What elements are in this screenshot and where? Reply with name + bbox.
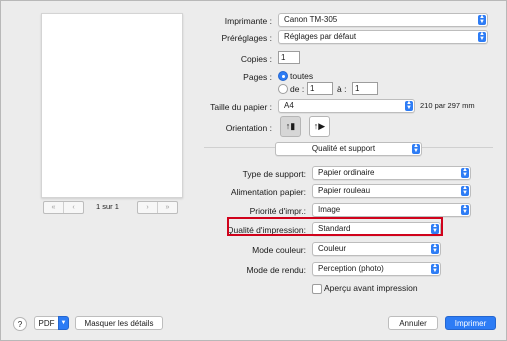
portrait-icon: ↑▮	[285, 121, 296, 131]
first-page-button[interactable]: «	[44, 202, 64, 213]
paper-source-select[interactable]: Papier rouleau ▲ ▼	[312, 184, 471, 198]
pager-left: « ‹	[43, 201, 84, 214]
hide-details-button[interactable]: Masquer les détails	[75, 316, 163, 330]
help-button[interactable]: ?	[13, 317, 27, 331]
paper-dimensions: 210 par 297 mm	[420, 101, 475, 110]
select-arrows-icon: ▲ ▼	[461, 167, 469, 178]
print-priority-value: Image	[318, 205, 341, 214]
page-preview	[41, 13, 183, 198]
media-type-label: Type de support:	[242, 169, 306, 179]
media-type-value: Papier ordinaire	[318, 168, 375, 177]
copies-label: Copies :	[240, 54, 272, 64]
presets-label: Préréglages :	[221, 33, 272, 43]
select-arrows-icon: ▲ ▼	[431, 243, 439, 254]
print-dialog: « ‹ 1 sur 1 › » Imprimante : Canon TM-30…	[0, 0, 507, 341]
printer-label: Imprimante :	[224, 16, 272, 26]
preview-checkbox[interactable]	[312, 284, 322, 294]
previous-page-button[interactable]: ‹	[64, 202, 83, 213]
section-value: Qualité et support	[311, 144, 376, 153]
color-mode-label: Mode couleur:	[252, 245, 306, 255]
printer-value: Canon TM-305	[284, 15, 338, 24]
landscape-icon: ↑▶	[313, 121, 326, 131]
select-arrows-icon: ▲ ▼	[405, 100, 413, 111]
pdf-menu-chevron-icon[interactable]: ▼	[58, 316, 69, 330]
page-indicator: 1 sur 1	[96, 202, 119, 211]
paper-source-label: Alimentation papier:	[230, 187, 306, 197]
printer-select[interactable]: Canon TM-305 ▲ ▼	[278, 13, 488, 27]
pages-range-radio[interactable]	[278, 84, 288, 94]
pages-to-input[interactable]: 1	[352, 82, 378, 95]
select-arrows-icon: ▲ ▼	[478, 14, 486, 25]
color-mode-select[interactable]: Couleur ▲ ▼	[312, 242, 441, 256]
pages-all-radio[interactable]	[278, 71, 288, 81]
presets-select[interactable]: Réglages par défaut ▲ ▼	[278, 30, 488, 44]
select-arrows-icon: ▲ ▼	[461, 185, 469, 196]
pages-from-label: de :	[290, 84, 305, 94]
next-page-button[interactable]: ›	[138, 202, 158, 213]
print-button[interactable]: Imprimer	[445, 316, 496, 330]
presets-value: Réglages par défaut	[284, 32, 357, 41]
pdf-button[interactable]: PDF	[34, 316, 59, 330]
copies-input[interactable]: 1	[278, 51, 300, 64]
preview-checkbox-label: Aperçu avant impression	[324, 283, 418, 293]
paper-size-value: A4	[284, 101, 294, 110]
portrait-orientation-button[interactable]: ↑▮	[280, 116, 301, 137]
paper-size-label: Taille du papier :	[210, 102, 272, 112]
select-arrows-icon: ▲ ▼	[478, 31, 486, 42]
orientation-label: Orientation :	[225, 123, 272, 133]
render-mode-select[interactable]: Perception (photo) ▲ ▼	[312, 262, 441, 276]
color-mode-value: Couleur	[318, 244, 347, 253]
select-arrows-icon: ▲ ▼	[412, 143, 420, 154]
render-mode-value: Perception (photo)	[318, 264, 384, 273]
pages-all-label: toutes	[290, 71, 314, 81]
select-arrows-icon: ▲ ▼	[461, 204, 469, 215]
pages-to-label: à :	[337, 84, 347, 94]
landscape-orientation-button[interactable]: ↑▶	[309, 116, 330, 137]
paper-source-value: Papier rouleau	[318, 186, 371, 195]
pages-from-input[interactable]: 1	[307, 82, 333, 95]
pager-right: › »	[137, 201, 178, 214]
section-select[interactable]: Qualité et support ▲ ▼	[275, 142, 422, 156]
print-priority-select[interactable]: Image ▲ ▼	[312, 203, 471, 217]
print-quality-highlight	[227, 217, 443, 236]
last-page-button[interactable]: »	[158, 202, 177, 213]
media-type-select[interactable]: Papier ordinaire ▲ ▼	[312, 166, 471, 180]
print-priority-label: Priorité d'impr.:	[249, 206, 306, 216]
render-mode-label: Mode de rendu:	[246, 265, 306, 275]
cancel-button[interactable]: Annuler	[388, 316, 438, 330]
paper-size-select[interactable]: A4 ▲ ▼	[278, 99, 415, 113]
select-arrows-icon: ▲ ▼	[431, 263, 439, 274]
pages-label: Pages :	[243, 72, 272, 82]
